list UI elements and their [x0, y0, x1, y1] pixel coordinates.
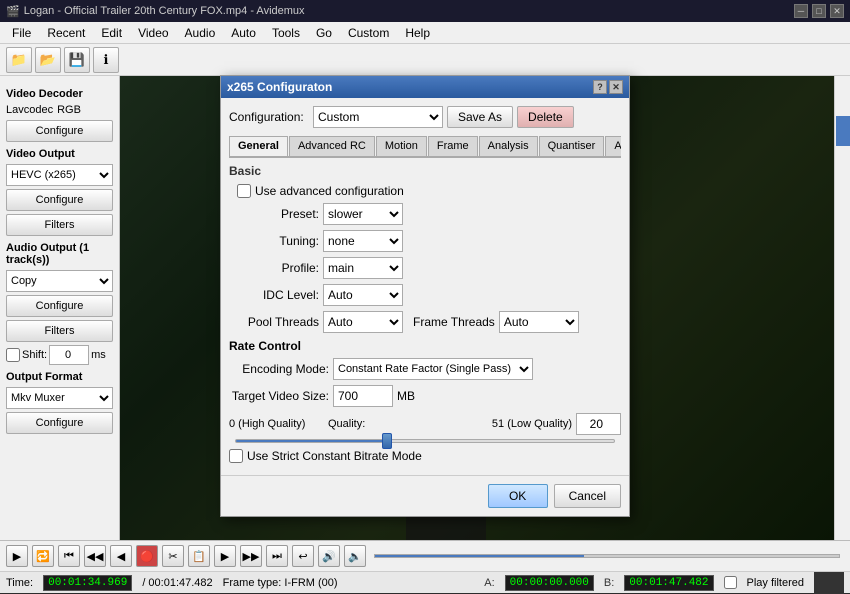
tab-advanced-rc[interactable]: Advanced RC	[289, 136, 375, 156]
quality-low-label: 0 (High Quality)	[229, 418, 324, 430]
tab-general[interactable]: General	[229, 136, 288, 158]
dialog-title-buttons: ? ✕	[593, 80, 623, 94]
save-as-button[interactable]: Save As	[447, 106, 513, 128]
threads-row: Pool Threads Auto Frame Threads Auto	[229, 311, 621, 333]
configuration-label: Configuration:	[229, 110, 309, 124]
dialog-title: x265 Configuraton	[227, 80, 332, 94]
dialog-overlay: x265 Configuraton ? ✕ Configuration: Cus…	[0, 0, 850, 592]
encoding-mode-label: Encoding Mode:	[229, 362, 329, 376]
delete-button[interactable]: Delete	[517, 106, 574, 128]
dialog-body: Configuration: Custom Save As Delete Gen…	[221, 98, 629, 471]
frame-threads-select[interactable]: Auto	[499, 311, 579, 333]
dialog-help-button[interactable]: ?	[593, 80, 607, 94]
tuning-label: Tuning:	[229, 234, 319, 248]
tab-motion[interactable]: Motion	[376, 136, 427, 156]
dialog-title-bar: x265 Configuraton ? ✕	[221, 76, 629, 98]
basic-section-title: Basic	[229, 164, 621, 178]
tab-advanced1[interactable]: Advanced 1	[605, 136, 621, 156]
preset-select[interactable]: slower	[323, 203, 403, 225]
tab-quantiser[interactable]: Quantiser	[539, 136, 605, 156]
tuning-row: Tuning: none	[229, 230, 621, 252]
quality-slider-thumb[interactable]	[382, 433, 392, 449]
rate-control-section: Rate Control Encoding Mode: Constant Rat…	[229, 339, 621, 463]
idc-level-label: IDC Level:	[229, 288, 319, 302]
tabs-row: General Advanced RC Motion Frame Analysi…	[229, 136, 621, 158]
rate-control-title: Rate Control	[229, 339, 621, 353]
preset-label: Preset:	[229, 207, 319, 221]
target-video-label: Target Video Size:	[229, 389, 329, 403]
tab-frame[interactable]: Frame	[428, 136, 478, 156]
x265-dialog: x265 Configuraton ? ✕ Configuration: Cus…	[220, 75, 630, 517]
quality-slider-track[interactable]	[235, 439, 615, 443]
configuration-select[interactable]: Custom	[313, 106, 443, 128]
target-video-input[interactable]	[333, 385, 393, 407]
strict-mode-checkbox[interactable]	[229, 449, 243, 463]
use-advanced-row: Use advanced configuration	[229, 184, 621, 198]
idc-level-select[interactable]: Auto	[323, 284, 403, 306]
strict-mode-label: Use Strict Constant Bitrate Mode	[247, 449, 422, 463]
quality-high-label: 51 (Low Quality)	[373, 418, 572, 430]
pool-threads-label: Pool Threads	[229, 315, 319, 329]
dialog-footer: OK Cancel	[221, 475, 629, 516]
encoding-mode-select[interactable]: Constant Rate Factor (Single Pass)	[333, 358, 533, 380]
dialog-close-button[interactable]: ✕	[609, 80, 623, 94]
cancel-button[interactable]: Cancel	[554, 484, 621, 508]
encoding-mode-row: Encoding Mode: Constant Rate Factor (Sin…	[229, 358, 621, 380]
target-video-unit: MB	[397, 389, 415, 403]
quality-row: 0 (High Quality) Quality: 51 (Low Qualit…	[229, 413, 621, 435]
use-advanced-label: Use advanced configuration	[255, 184, 404, 198]
tuning-select[interactable]: none	[323, 230, 403, 252]
pool-threads-select[interactable]: Auto	[323, 311, 403, 333]
profile-row: Profile: main	[229, 257, 621, 279]
preset-row: Preset: slower	[229, 203, 621, 225]
quality-label: Quality:	[328, 418, 365, 430]
profile-label: Profile:	[229, 261, 319, 275]
ok-button[interactable]: OK	[488, 484, 548, 508]
quality-value-input[interactable]	[576, 413, 621, 435]
slider-container	[229, 439, 621, 443]
config-row: Configuration: Custom Save As Delete	[229, 106, 621, 128]
profile-select[interactable]: main	[323, 257, 403, 279]
tab-analysis[interactable]: Analysis	[479, 136, 538, 156]
use-advanced-checkbox[interactable]	[237, 184, 251, 198]
idc-level-row: IDC Level: Auto	[229, 284, 621, 306]
quality-area: 0 (High Quality) Quality: 51 (Low Qualit…	[229, 413, 621, 443]
strict-mode-row: Use Strict Constant Bitrate Mode	[229, 449, 621, 463]
frame-threads-label: Frame Threads	[413, 315, 495, 329]
target-video-row: Target Video Size: MB	[229, 385, 621, 407]
